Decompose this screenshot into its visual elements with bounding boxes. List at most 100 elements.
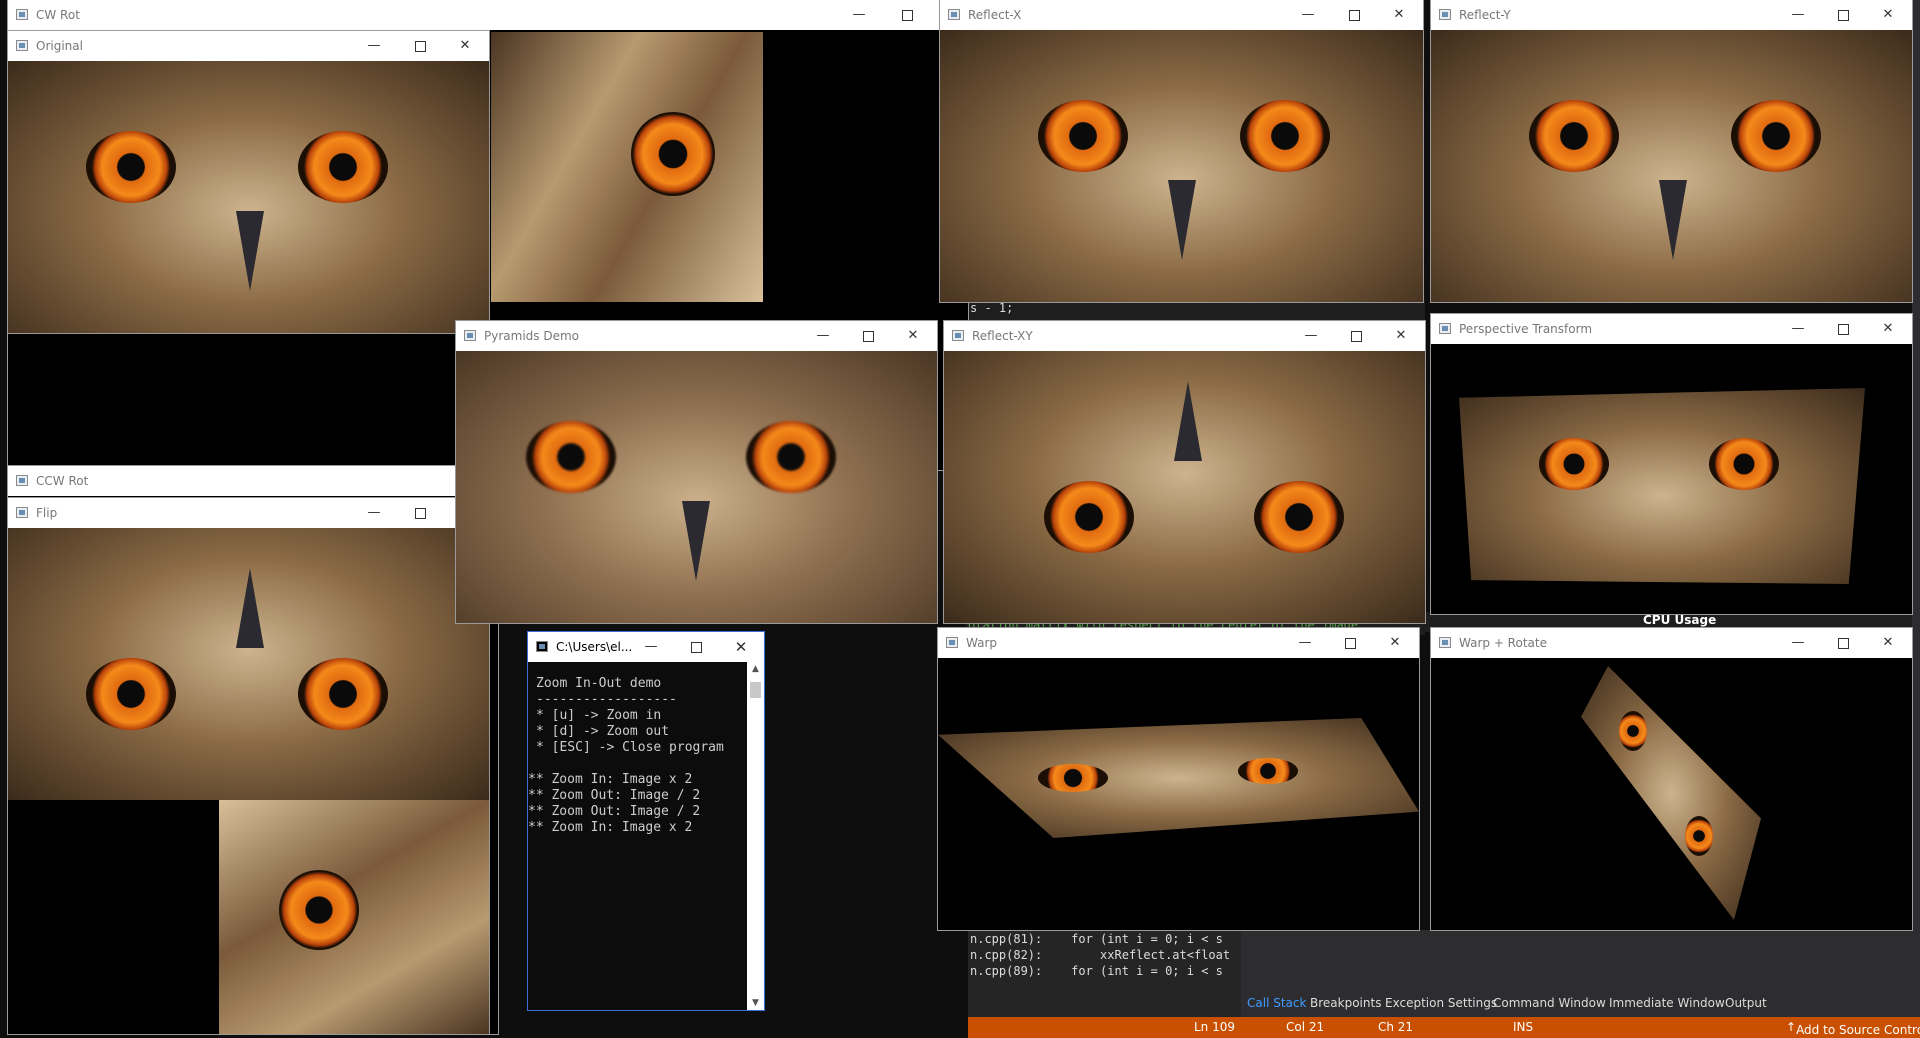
window-reflect-xy[interactable]: Reflect-XY — ✕ [944,321,1425,623]
window-console[interactable]: C:\Users\el... — ✕ Zoom In-Out demo -----… [528,632,764,1010]
ide-code-area [965,300,1425,320]
tab-output[interactable]: Output [1725,996,1767,1010]
window-flip[interactable]: Flip — [8,498,489,1034]
owl-eye-right [1731,100,1821,172]
close-button[interactable]: ✕ [1390,325,1412,347]
close-button[interactable]: ✕ [1877,632,1899,654]
owl-image [1431,30,1912,302]
window-warp[interactable]: Warp — ✕ [938,628,1419,930]
close-button[interactable]: ✕ [1384,632,1406,654]
window-title: Perspective Transform [1459,322,1593,336]
title-bar[interactable]: Flip — [8,498,489,528]
window-title: Reflect-Y [1459,8,1511,22]
window-reflect-y[interactable]: Reflect-Y — ✕ [1431,0,1912,302]
title-bar[interactable]: Warp — ✕ [938,628,1419,658]
minimize-button[interactable]: — [1300,325,1322,347]
title-bar[interactable]: CCW Rot [8,466,498,496]
owl-eye-upper [1619,711,1647,751]
owl-image-warp-rotated [1581,666,1761,920]
tab-command-window[interactable]: Command Window [1493,996,1606,1010]
title-bar[interactable]: Warp + Rotate — ✕ [1431,628,1912,658]
owl-beak [1168,180,1196,260]
source-control-button[interactable]: ↑ Add to Source Control [1786,1020,1920,1037]
status-ch[interactable]: Ch 21 [1378,1020,1413,1034]
window-icon [16,9,28,20]
owl-beak [682,501,710,581]
call-stack-line[interactable]: n.cpp(89): for (int i = 0; i < s [970,964,1223,978]
window-title: Pyramids Demo [484,329,579,343]
close-button[interactable]: ✕ [1877,4,1899,26]
maximize-button[interactable] [1343,4,1365,26]
console-line: * [ESC] -> Close program [536,740,724,755]
minimize-button[interactable]: — [363,35,385,57]
maximize-button[interactable] [1832,318,1854,340]
maximize-button[interactable] [857,325,879,347]
close-button[interactable]: ✕ [1388,4,1410,26]
minimize-button[interactable]: — [848,4,870,26]
call-stack-line[interactable]: n.cpp(82): xxReflect.at<float [970,948,1230,962]
scroll-down-icon[interactable]: ▼ [747,998,764,1008]
minimize-button[interactable]: — [363,502,385,524]
minimize-button[interactable]: — [1787,632,1809,654]
window-perspective-transform[interactable]: Perspective Transform — ✕ [1431,314,1912,614]
minimize-button[interactable]: — [1297,4,1319,26]
owl-beak [236,211,264,291]
title-bar[interactable]: Pyramids Demo — ✕ [456,321,937,351]
maximize-button[interactable] [1339,632,1361,654]
maximize-button[interactable] [1345,325,1367,347]
minimize-button[interactable]: — [1787,4,1809,26]
close-button[interactable]: ✕ [1877,318,1899,340]
owl-beak [1174,381,1202,461]
status-ln[interactable]: Ln 109 [1194,1020,1235,1034]
scroll-thumb[interactable] [750,682,761,698]
window-reflect-x[interactable]: Reflect-X — ✕ [940,0,1423,302]
maximize-button[interactable] [409,35,431,57]
maximize-button[interactable] [896,4,918,26]
owl-eye [279,870,359,950]
close-button[interactable]: ✕ [454,35,476,57]
window-pyramids-demo[interactable]: Pyramids Demo — ✕ [456,321,937,623]
minimize-button[interactable]: — [1294,632,1316,654]
tab-breakpoints[interactable]: Breakpoints [1310,996,1381,1010]
title-bar[interactable]: Reflect-Y — ✕ [1431,0,1912,30]
window-icon [948,9,960,20]
maximize-button[interactable] [685,636,707,658]
title-bar[interactable]: CW Rot — [8,0,968,30]
title-bar[interactable]: Perspective Transform — ✕ [1431,314,1912,344]
window-icon [1439,323,1451,334]
owl-beak [1659,180,1687,260]
minimize-button[interactable]: — [640,636,662,658]
maximize-button[interactable] [409,502,431,524]
owl-image-flipped [8,528,489,800]
owl-image-perspective [1459,388,1865,584]
window-original[interactable]: Original — ✕ [8,31,489,333]
title-bar[interactable]: Original — ✕ [8,31,489,61]
window-title: Original [36,39,83,53]
scroll-up-icon[interactable]: ▲ [747,664,764,674]
maximize-button[interactable] [1832,632,1854,654]
window-icon [952,330,964,341]
console-scrollbar[interactable]: ▲ ▼ [747,662,764,1010]
owl-image [8,61,489,333]
title-bar[interactable]: Reflect-X — ✕ [940,0,1423,30]
minimize-button[interactable]: — [1787,318,1809,340]
call-stack-line[interactable]: n.cpp(81): for (int i = 0; i < s [970,932,1223,946]
tab-call-stack[interactable]: Call Stack [1247,996,1306,1010]
window-title: Reflect-XY [972,329,1033,343]
tab-exception-settings[interactable]: Exception Settings [1385,996,1497,1010]
minimize-button[interactable]: — [812,325,834,347]
console-line: Zoom In-Out demo [536,676,662,691]
owl-eye-left [86,658,176,730]
status-ins[interactable]: INS [1513,1020,1533,1034]
status-col[interactable]: Col 21 [1286,1020,1324,1034]
title-bar[interactable]: Reflect-XY — ✕ [944,321,1425,351]
maximize-button[interactable] [1832,4,1854,26]
owl-eye-right [298,658,388,730]
tab-immediate-window[interactable]: Immediate Window [1609,996,1725,1010]
window-warp-rotate[interactable]: Warp + Rotate — ✕ [1431,628,1912,930]
close-button[interactable]: ✕ [730,636,752,658]
status-bar: Ln 109 Col 21 Ch 21 INS ↑ Add to Source … [968,1017,1920,1038]
close-button[interactable]: ✕ [902,325,924,347]
window-icon [16,40,28,51]
title-bar[interactable]: C:\Users\el... — ✕ [528,632,764,662]
